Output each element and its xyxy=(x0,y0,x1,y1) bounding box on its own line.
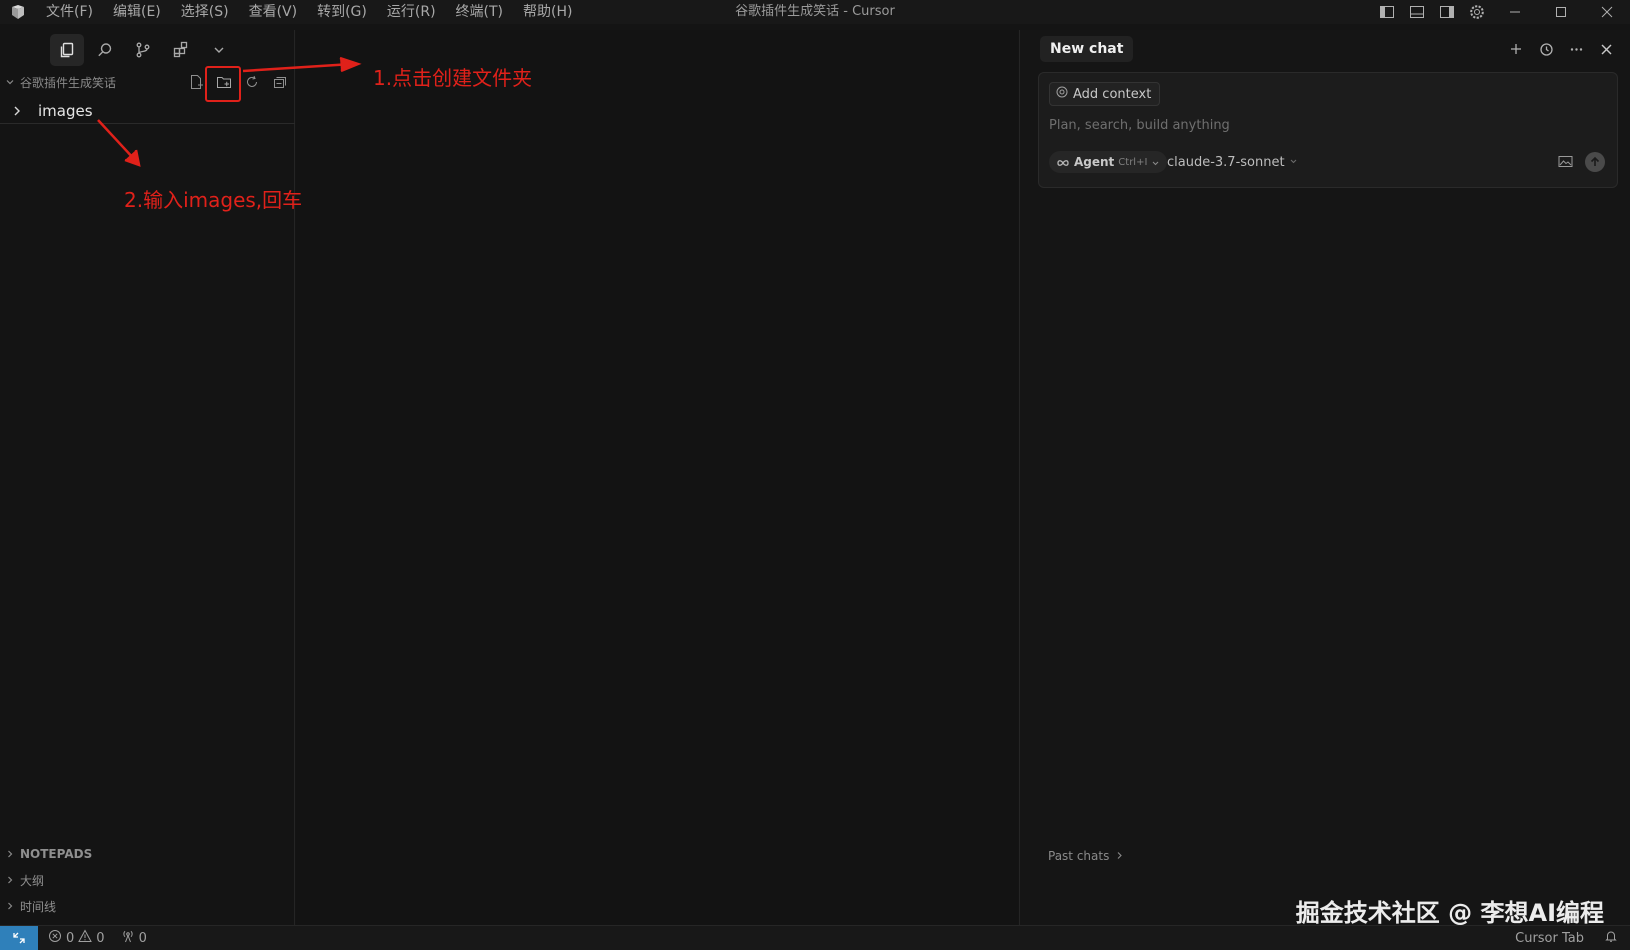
explorer-header[interactable]: 谷歌插件生成笑话 xyxy=(0,70,295,94)
status-right: Cursor Tab xyxy=(1515,926,1618,950)
toggle-secondary-sidebar-icon[interactable] xyxy=(1432,0,1462,24)
more-options-icon[interactable] xyxy=(1563,36,1589,62)
past-chats-label: Past chats xyxy=(1048,849,1110,863)
close-icon[interactable] xyxy=(1593,36,1619,62)
activity-tabs xyxy=(50,34,236,66)
add-context-label: Add context xyxy=(1073,86,1152,102)
refresh-icon[interactable] xyxy=(239,70,265,94)
chevron-right-icon xyxy=(0,105,34,117)
chat-panel: New chat Add context Plan, search, build… xyxy=(1019,30,1630,925)
new-file-icon[interactable] xyxy=(183,70,209,94)
menu-view[interactable]: 查看(V) xyxy=(239,0,308,24)
agent-shortcut: Ctrl+I xyxy=(1118,156,1148,168)
annotation-step2: 2.输入images,回车 xyxy=(124,188,303,212)
infinity-icon xyxy=(1056,153,1070,172)
error-count: 0 xyxy=(66,930,75,946)
remote-icon xyxy=(13,932,25,944)
image-upload-icon[interactable] xyxy=(1558,153,1573,172)
menu-help[interactable]: 帮助(H) xyxy=(513,0,582,24)
chat-header: New chat xyxy=(1020,36,1630,64)
agent-label: Agent xyxy=(1074,155,1115,169)
cursor-tab-status[interactable]: Cursor Tab xyxy=(1515,931,1584,946)
menu-go[interactable]: 转到(G) xyxy=(307,0,377,24)
add-context-button[interactable]: Add context xyxy=(1049,82,1161,106)
agent-mode-select[interactable]: Agent Ctrl+I xyxy=(1049,151,1168,173)
error-icon xyxy=(48,929,62,947)
menu-edit[interactable]: 编辑(E) xyxy=(103,0,171,24)
chevron-down-icon xyxy=(1151,153,1160,172)
chat-tab-new-chat[interactable]: New chat xyxy=(1040,36,1134,62)
section-label: 时间线 xyxy=(20,899,57,914)
settings-gear-icon[interactable] xyxy=(1462,0,1492,24)
menu-run[interactable]: 运行(R) xyxy=(377,0,446,24)
explorer-actions xyxy=(183,70,293,94)
watermark-text: 掘金技术社区 @ 李想AI编程 xyxy=(1295,899,1604,927)
editor-area[interactable] xyxy=(296,30,1018,925)
chevron-down-icon xyxy=(1289,155,1298,170)
tree-folder-images[interactable]: images xyxy=(0,98,295,124)
broadcast-icon xyxy=(121,929,135,947)
collapse-all-icon[interactable] xyxy=(267,70,293,94)
toggle-primary-sidebar-icon[interactable] xyxy=(1372,0,1402,24)
model-select[interactable]: claude-3.7-sonnet xyxy=(1167,151,1298,173)
ports-indicator[interactable]: 0 xyxy=(121,929,147,947)
annotation-step1: 1.点击创建文件夹 xyxy=(373,66,533,90)
model-name: claude-3.7-sonnet xyxy=(1167,154,1285,170)
section-timeline[interactable]: 时间线 xyxy=(0,893,295,919)
chevron-right-icon xyxy=(0,849,20,859)
warning-count: 0 xyxy=(96,930,105,946)
chevron-down-icon xyxy=(0,77,20,87)
at-sign-icon xyxy=(1056,86,1068,102)
extensions-icon[interactable] xyxy=(164,34,198,66)
sidebar: 谷歌插件生成笑话 images NOTEPADS 大纲 时间线 xyxy=(0,30,295,925)
cursor-logo-icon xyxy=(0,0,36,24)
source-control-icon[interactable] xyxy=(126,34,160,66)
chevron-right-icon xyxy=(0,875,20,885)
close-window-icon[interactable] xyxy=(1584,0,1630,24)
menu-bar: 文件(F) 编辑(E) 选择(S) 查看(V) 转到(G) 运行(R) 终端(T… xyxy=(36,0,582,24)
section-notepads[interactable]: NOTEPADS xyxy=(0,841,295,867)
plus-icon[interactable] xyxy=(1503,36,1529,62)
sidebar-bottom-sections: NOTEPADS 大纲 时间线 xyxy=(0,841,295,919)
chat-composer: Add context Agent Ctrl+I claude-3.7-sonn… xyxy=(1038,72,1618,188)
ports-count: 0 xyxy=(138,930,147,946)
menu-terminal[interactable]: 终端(T) xyxy=(446,0,513,24)
chevron-right-icon xyxy=(0,901,20,911)
title-bar-controls xyxy=(1372,0,1630,24)
send-button[interactable] xyxy=(1585,152,1605,172)
maximize-icon[interactable] xyxy=(1538,0,1584,24)
problems-indicator[interactable]: 0 0 xyxy=(48,929,105,947)
minimize-icon[interactable] xyxy=(1492,0,1538,24)
explorer-title: 谷歌插件生成笑话 xyxy=(20,75,117,90)
history-icon[interactable] xyxy=(1533,36,1559,62)
menu-file[interactable]: 文件(F) xyxy=(36,0,103,24)
section-outline[interactable]: 大纲 xyxy=(0,867,295,893)
status-bar: 0 0 0 Cursor Tab xyxy=(0,925,1630,950)
chevron-right-icon xyxy=(1115,849,1124,863)
explorer-files-icon[interactable] xyxy=(50,34,84,66)
arrow-up-icon xyxy=(1590,156,1600,166)
tree-item-label: images xyxy=(38,101,93,120)
section-label: 大纲 xyxy=(20,873,45,888)
app-window: 文件(F) 编辑(E) 选择(S) 查看(V) 转到(G) 运行(R) 终端(T… xyxy=(0,0,1630,950)
new-folder-icon[interactable] xyxy=(211,70,237,94)
past-chats-link[interactable]: Past chats xyxy=(1048,847,1124,865)
chevron-down-icon[interactable] xyxy=(202,34,236,66)
composer-actions xyxy=(1558,151,1605,173)
section-label: NOTEPADS xyxy=(20,847,93,861)
toggle-panel-icon[interactable] xyxy=(1402,0,1432,24)
menu-selection[interactable]: 选择(S) xyxy=(171,0,239,24)
warning-icon xyxy=(78,929,93,947)
chat-header-actions xyxy=(1503,36,1619,62)
chat-input[interactable] xyxy=(1049,113,1589,137)
title-bar: 文件(F) 编辑(E) 选择(S) 查看(V) 转到(G) 运行(R) 终端(T… xyxy=(0,0,1630,24)
search-icon[interactable] xyxy=(88,34,122,66)
remote-indicator-button[interactable] xyxy=(0,926,38,950)
bell-icon[interactable] xyxy=(1604,929,1618,947)
